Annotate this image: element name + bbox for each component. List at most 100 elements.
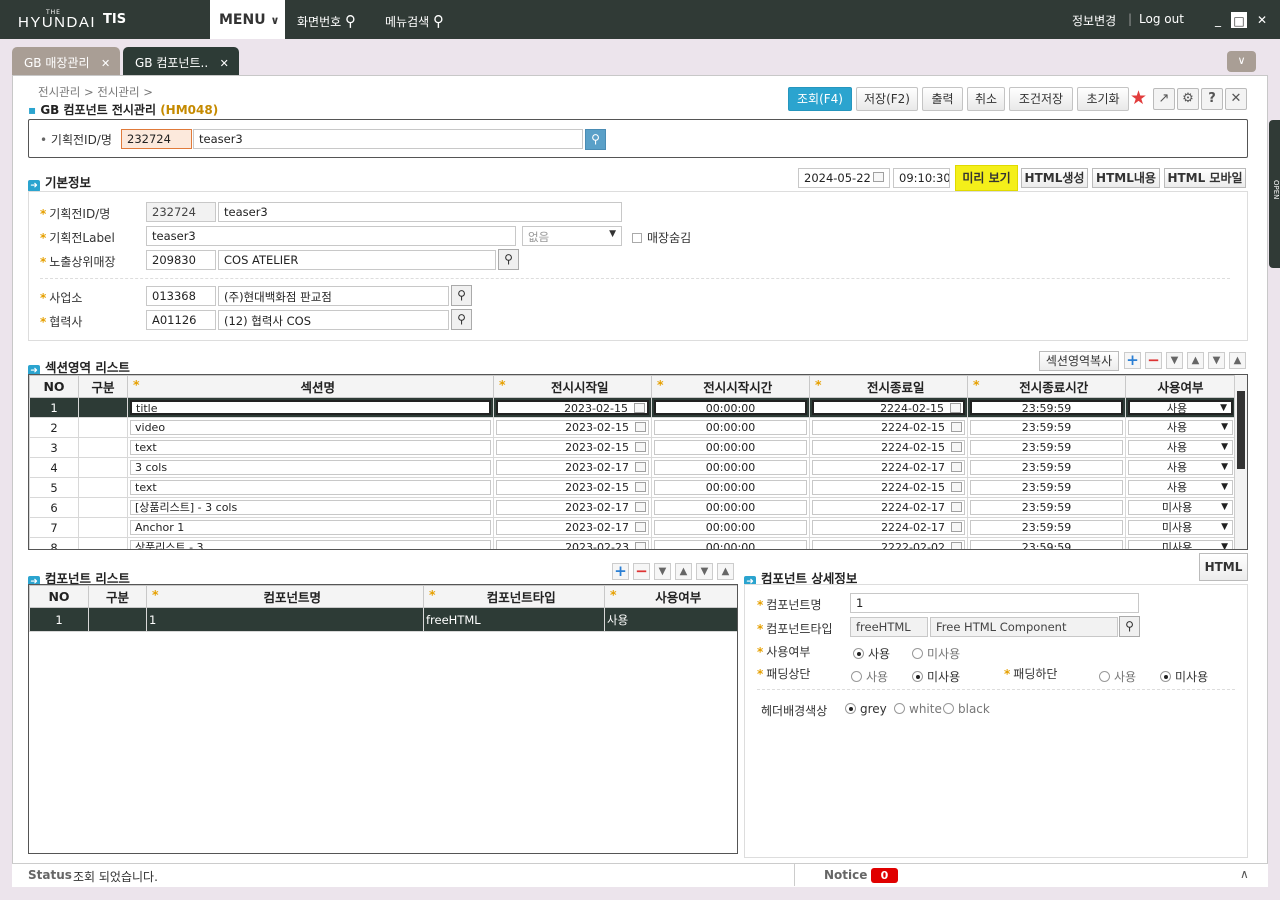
calendar-icon[interactable]: [635, 422, 646, 432]
checkbox-icon[interactable]: [632, 233, 642, 243]
start-time-input[interactable]: 00:00:00: [654, 480, 807, 495]
cancel-button[interactable]: 취소: [967, 87, 1005, 111]
time-input[interactable]: 09:10:30: [893, 168, 950, 188]
calendar-icon[interactable]: [635, 502, 646, 512]
cell-end-time[interactable]: 23:59:59: [967, 497, 1126, 518]
cell-start-time[interactable]: 00:00:00: [651, 477, 810, 498]
end-time-input[interactable]: 23:59:59: [970, 520, 1123, 535]
cell-start-time[interactable]: 00:00:00: [651, 537, 810, 549]
search-icon[interactable]: ⚲: [451, 285, 472, 306]
calendar-icon[interactable]: [950, 403, 961, 413]
start-date-input[interactable]: 2023-02-15: [496, 440, 649, 455]
start-date-input[interactable]: 2023-02-17: [496, 460, 649, 475]
section-name-input[interactable]: 3 cols: [130, 460, 491, 475]
end-time-input[interactable]: 23:59:59: [970, 500, 1123, 515]
calendar-icon[interactable]: [634, 403, 645, 413]
pad-bottom-yes-radio[interactable]: 사용: [1099, 668, 1136, 685]
radio-checked-icon[interactable]: [845, 703, 856, 714]
start-time-input[interactable]: 00:00:00: [654, 460, 807, 475]
radio-icon[interactable]: [943, 703, 954, 714]
calendar-icon[interactable]: [951, 502, 962, 512]
use-select[interactable]: ▼ 사용: [1128, 460, 1233, 475]
table-row[interactable]: 8 상품리스트 - 3 2023-02-23 00:00:00 2222-02-02 23…: [29, 537, 1236, 549]
bug-icon[interactable]: ⚙: [1177, 88, 1199, 110]
end-date-input[interactable]: 2222-02-02: [812, 540, 965, 549]
cell-end-date[interactable]: 2224-02-17: [809, 457, 968, 478]
html-button[interactable]: HTML: [1199, 553, 1248, 581]
favorite-star-icon[interactable]: ★: [1130, 87, 1147, 109]
table-row[interactable]: 5 text 2023-02-15 00:00:00 2224-02-15 23:59:5…: [29, 477, 1236, 498]
use-yes-radio[interactable]: 사용: [853, 645, 890, 662]
plan-label-field[interactable]: teaser3: [146, 226, 516, 246]
cell-start-date[interactable]: 2023-02-15: [493, 437, 652, 458]
radio-icon[interactable]: [1099, 671, 1110, 682]
start-date-input[interactable]: 2023-02-15: [496, 420, 649, 435]
cell-start-date[interactable]: 2023-02-15: [493, 477, 652, 498]
search-icon[interactable]: ⚲: [585, 129, 606, 150]
cell-end-time[interactable]: 23:59:59: [967, 397, 1126, 418]
end-time-input[interactable]: 23:59:59: [970, 400, 1123, 415]
scrollbar-thumb[interactable]: [1237, 391, 1245, 469]
bg-white-radio[interactable]: white: [894, 702, 942, 716]
menu-search[interactable]: 메뉴검색 ⚲: [385, 12, 444, 30]
close-icon[interactable]: ✕: [93, 57, 110, 70]
search-name-input[interactable]: teaser3: [193, 129, 583, 149]
html-content-button[interactable]: HTML내용: [1092, 168, 1160, 188]
screen-no-search[interactable]: 화면번호 ⚲: [297, 12, 356, 30]
minimize-icon[interactable]: _: [1210, 12, 1226, 28]
end-date-input[interactable]: 2224-02-15: [812, 440, 965, 455]
html-mobile-button[interactable]: HTML 모바일: [1164, 168, 1246, 188]
section-name-input[interactable]: text: [130, 480, 491, 495]
chevron-down-icon[interactable]: ∨: [1227, 51, 1256, 72]
end-date-input[interactable]: 2224-02-17: [812, 500, 965, 515]
cell-use[interactable]: ▼ 사용: [1125, 417, 1236, 438]
table-row[interactable]: 2 video 2023-02-15 00:00:00 2224-02-15 23:59:…: [29, 417, 1236, 438]
use-no-radio[interactable]: 미사용: [912, 645, 960, 662]
table-row[interactable]: 7 Anchor 1 2023-02-17 00:00:00 2224-02-17 23:…: [29, 517, 1236, 538]
cell-start-time[interactable]: 00:00:00: [651, 397, 810, 418]
hide-store-checkbox[interactable]: 매장숨김: [632, 229, 691, 246]
section-name-input[interactable]: video: [130, 420, 491, 435]
section-name-input[interactable]: 상품리스트 - 3: [130, 540, 491, 549]
table-row[interactable]: 1 title 2023-02-15 00:00:00 2224-02-15 23:59:…: [29, 397, 1236, 418]
cell-component-type[interactable]: freeHTML: [423, 607, 605, 632]
biz-name-field[interactable]: (주)현대백화점 판교점: [218, 286, 449, 306]
table-row[interactable]: 1 1 freeHTML 사용: [29, 607, 737, 632]
start-date-input[interactable]: 2023-02-15: [496, 480, 649, 495]
reset-button[interactable]: 초기화: [1077, 87, 1129, 111]
move-bottom-icon[interactable]: ▼: [696, 563, 713, 580]
move-up-icon[interactable]: ▲: [675, 563, 692, 580]
table-row[interactable]: 4 3 cols 2023-02-17 00:00:00 2224-02-17 23:59…: [29, 457, 1236, 478]
print-button[interactable]: 출력: [922, 87, 963, 111]
cell-start-time[interactable]: 00:00:00: [651, 497, 810, 518]
radio-icon[interactable]: [912, 648, 923, 659]
radio-checked-icon[interactable]: [912, 671, 923, 682]
cell-use[interactable]: ▼ 미사용: [1125, 497, 1236, 518]
html-generate-button[interactable]: HTML생성: [1021, 168, 1088, 188]
chevron-up-icon[interactable]: ∧: [1240, 867, 1249, 881]
section-name-input[interactable]: title: [130, 400, 491, 415]
start-date-input[interactable]: 2023-02-17: [496, 500, 649, 515]
section-name-input[interactable]: [상품리스트] - 3 cols: [130, 500, 491, 515]
cell-end-date[interactable]: 2224-02-15: [809, 397, 968, 418]
move-top-icon[interactable]: ▲: [717, 563, 734, 580]
calendar-icon[interactable]: [873, 172, 884, 182]
cell-end-time[interactable]: 23:59:59: [967, 537, 1126, 549]
close-icon[interactable]: ✕: [1225, 88, 1247, 110]
calendar-icon[interactable]: [951, 542, 962, 549]
plan-label-select[interactable]: 없음 ▼: [522, 226, 622, 246]
radio-icon[interactable]: [894, 703, 905, 714]
start-date-input[interactable]: 2023-02-15: [496, 400, 649, 415]
save-condition-button[interactable]: 조건저장: [1009, 87, 1073, 111]
cell-start-date[interactable]: 2023-02-17: [493, 497, 652, 518]
cell-end-time[interactable]: 23:59:59: [967, 457, 1126, 478]
radio-checked-icon[interactable]: [853, 648, 864, 659]
end-date-input[interactable]: 2224-02-17: [812, 460, 965, 475]
tab-component[interactable]: GB 컴포넌트.. ✕: [123, 47, 239, 75]
maximize-icon[interactable]: □: [1231, 12, 1247, 28]
end-time-input[interactable]: 23:59:59: [970, 460, 1123, 475]
tab-store-manage[interactable]: GB 매장관리 ✕: [12, 47, 120, 75]
cell-end-date[interactable]: 2222-02-02: [809, 537, 968, 549]
search-icon[interactable]: ⚲: [451, 309, 472, 330]
upper-store-id-field[interactable]: 209830: [146, 250, 216, 270]
